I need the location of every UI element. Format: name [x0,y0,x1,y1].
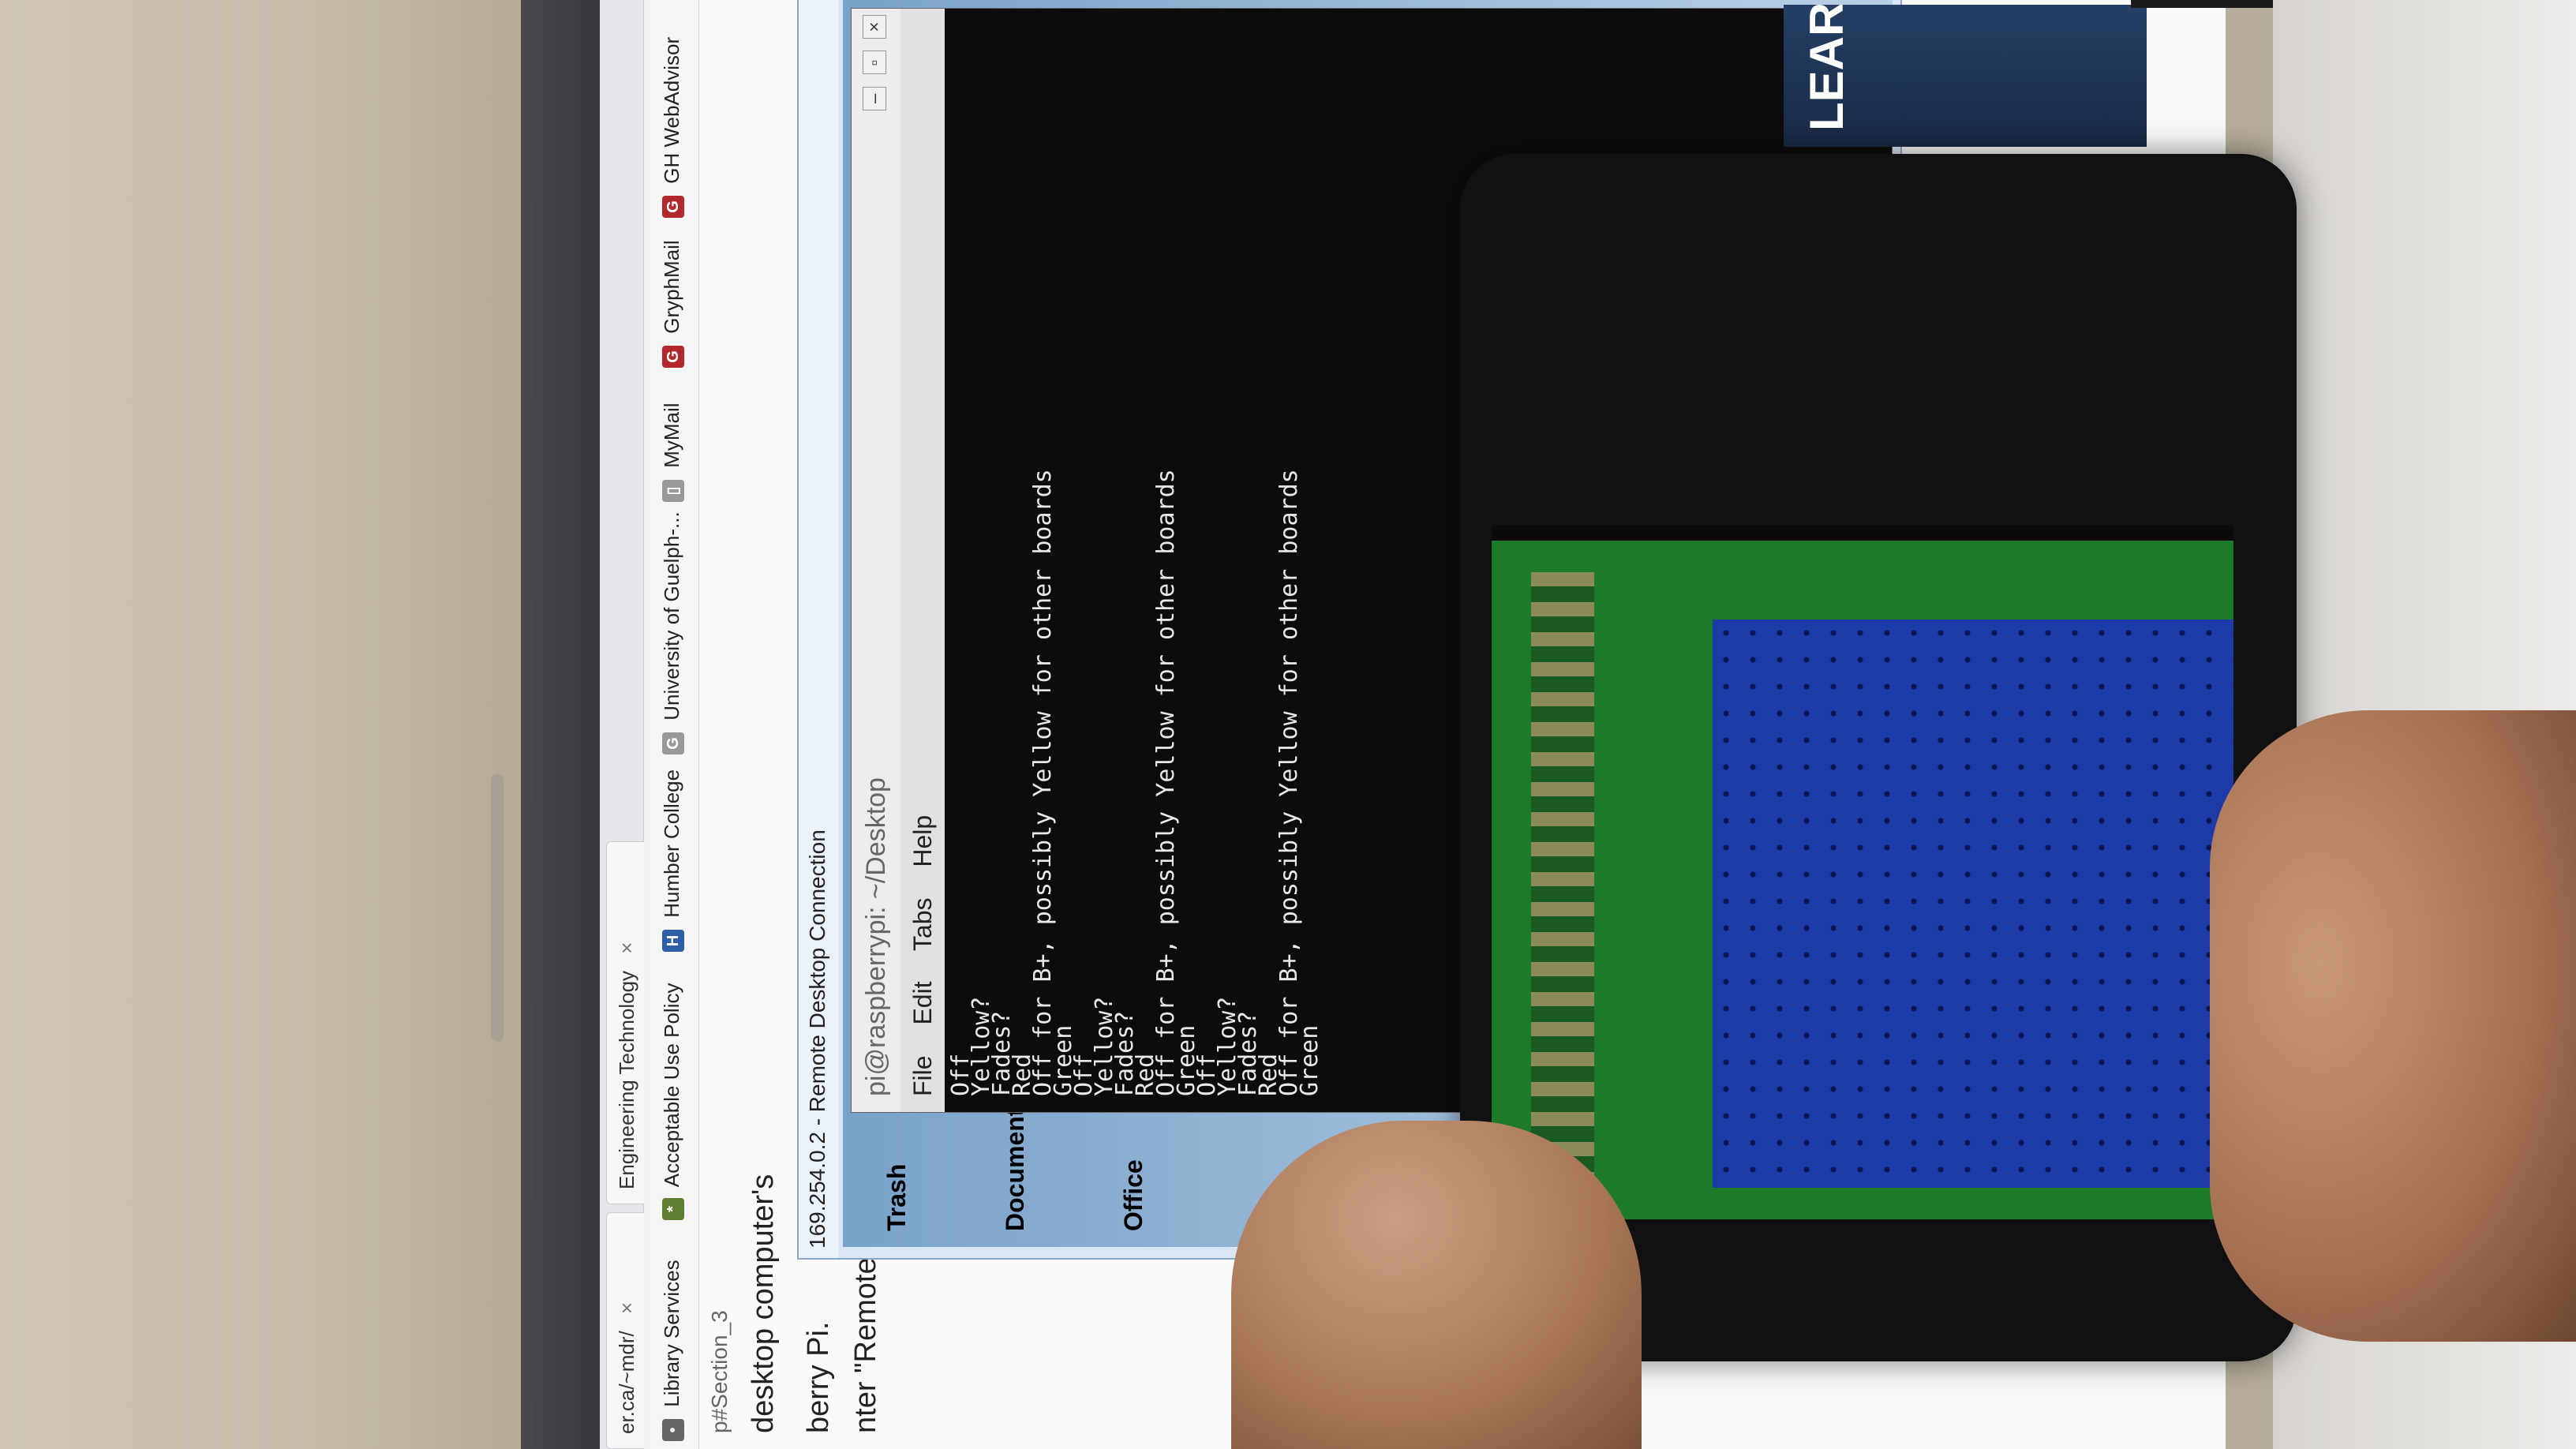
terminal-line: Fades? [988,1010,1016,1096]
bookmark-icon: G [662,346,685,368]
gpio-header [1531,572,1594,1188]
menu-file[interactable]: File [908,1055,937,1096]
terminal-output[interactable]: Off Yellow? Fades? Red Off for B+, possibly … [945,9,1327,1112]
banner-text: LEARN [1800,5,1853,131]
learn-banner: LEARN [1784,5,2147,147]
close-icon[interactable]: × [615,1302,638,1314]
terminal-line: Off [1193,1053,1221,1096]
bookmark-icon: • [662,1419,685,1441]
bookmark-library-services[interactable]: • Library Services [660,1260,685,1441]
menu-tabs[interactable]: Tabs [908,898,937,952]
desktop-icon-label: Documents [1001,1093,1029,1231]
terminal-line: Yellow? [1091,996,1118,1096]
breadboard [1713,620,2233,1188]
terminal-line: Off for B+, possibly Yellow for other bo… [1029,469,1057,1096]
page-text-line: berry Pi. [802,1321,835,1433]
hand-fingers [2210,710,2576,1342]
bookmark-label: Library Services [660,1260,683,1407]
maximize-icon[interactable]: ▫ [863,51,886,75]
remote-desktop-title-bar[interactable]: 169.254.0.2 - Remote Desktop Connection [799,0,838,1258]
bookmark-guelph[interactable]: G University of Guelph-... [660,511,685,754]
trash-icon[interactable]: Trash [882,1164,912,1231]
bookmark-label: GryphMail [660,240,683,334]
terminal-menu-bar: File Edit Tabs Help [900,9,945,1112]
bookmark-label: Humber College [660,769,683,918]
bookmark-label: University of Guelph-... [660,511,683,721]
office-icon[interactable]: Office [1119,1159,1148,1231]
bookmark-icon: G [662,732,685,754]
terminal-line: Fades? [1111,1010,1139,1096]
monitor-bezel-button [491,773,504,1042]
browser-tab-strip: er.ca/~mdr/ × Engineering Technology × [600,0,644,1449]
window-title: 169.254.0.2 - Remote Desktop Connection [805,829,829,1249]
wall-background [0,0,552,1449]
terminal-line: Off [947,1053,975,1096]
bookmark-mymail[interactable]: ▯ MyMail [660,402,685,502]
page-icon: ▯ [662,480,685,502]
bookmark-label: MyMail [660,402,683,468]
desktop-icon-label: Office [1119,1159,1148,1231]
browser-tab[interactable]: er.ca/~mdr/ × [606,1212,644,1449]
bookmark-humber[interactable]: H Humber College [660,769,685,952]
menu-help[interactable]: Help [908,815,937,867]
bookmarks-bar: • Library Services * Acceptable Use Poli… [650,0,699,1449]
terminal-line: Yellow? [968,996,995,1096]
tab-label: er.ca/~mdr/ [615,1331,638,1434]
page-text-line: desktop computer's [747,1174,780,1433]
minimize-icon[interactable]: – [863,86,886,110]
thumb [1231,1121,1642,1449]
bookmark-icon: H [662,930,685,952]
desktop-icon-label: Trash [882,1163,911,1231]
bookmark-icon: G [662,196,685,218]
terminal-title-bar[interactable]: pi@raspberrypi: ~/Desktop – ▫ × [852,9,900,1112]
address-fragment: p#Section_3 [707,1310,732,1433]
bookmark-gryphmail[interactable]: G GryphMail [660,240,685,368]
close-icon[interactable]: × [615,942,638,954]
bookmark-icon: * [662,1198,685,1220]
close-icon[interactable]: × [863,15,886,39]
circuit-board [1492,541,2233,1219]
terminal-line: Off [1070,1053,1098,1096]
bookmark-label: GH WebAdvisor [660,36,683,184]
terminal-line: Yellow? [1214,996,1241,1096]
terminal-line: Off for B+, possibly Yellow for other bo… [1275,469,1303,1096]
browser-tab[interactable]: Engineering Technology × [606,841,644,1204]
bookmark-label: Acceptable Use Policy [660,983,683,1188]
phone-camera-view [1492,525,2233,1219]
terminal-line: Off for B+, possibly Yellow for other bo… [1152,469,1180,1096]
terminal-title: pi@raspberrypi: ~/Desktop [861,777,891,1096]
menu-edit[interactable]: Edit [908,981,937,1024]
terminal-line: Fades? [1234,1010,1262,1096]
bookmark-acceptable-use[interactable]: * Acceptable Use Policy [660,983,685,1220]
window-controls: – ▫ × [856,15,887,115]
tab-label: Engineering Technology [615,970,638,1189]
documents-folder-icon[interactable]: Documents [1001,1094,1030,1231]
bookmark-webadvisor[interactable]: G GH WebAdvisor [660,36,685,218]
